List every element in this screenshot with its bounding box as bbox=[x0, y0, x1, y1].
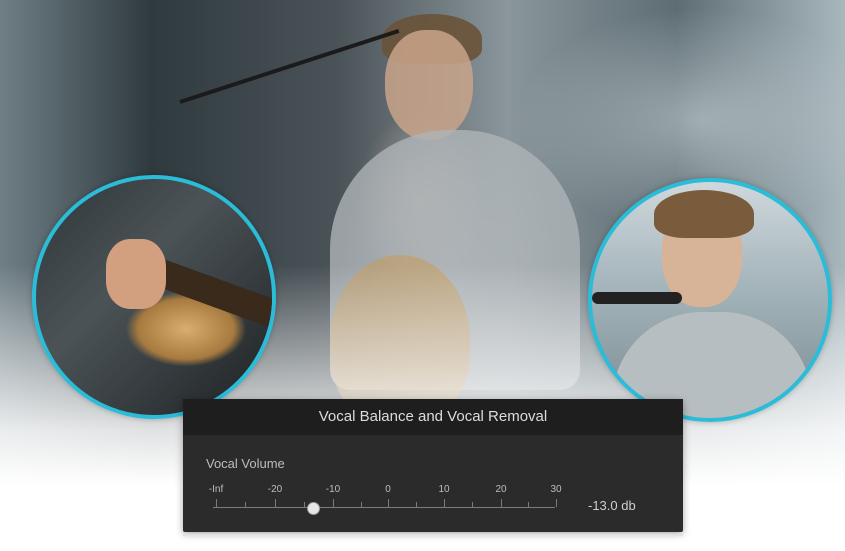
scale-label-minus-10: -10 bbox=[325, 484, 341, 495]
major-tick bbox=[216, 499, 217, 507]
major-tick bbox=[388, 499, 389, 507]
microphone-icon bbox=[592, 292, 682, 304]
minor-tick bbox=[528, 502, 529, 507]
scale-label-30: 30 bbox=[550, 484, 562, 495]
major-tick bbox=[333, 499, 334, 507]
major-tick bbox=[444, 499, 445, 507]
scale-label-0: 0 bbox=[385, 484, 391, 495]
volume-readout: -13.0 db bbox=[588, 498, 636, 513]
slider-knob-icon[interactable] bbox=[307, 502, 320, 515]
minor-tick bbox=[361, 502, 362, 507]
scale-label-minus-20: -20 bbox=[267, 484, 283, 495]
scale-label-inf: -Inf bbox=[208, 484, 224, 495]
singer-hair-closeup bbox=[654, 190, 754, 238]
scale-label-20: 20 bbox=[495, 484, 507, 495]
guitar-closeup-inset bbox=[32, 175, 276, 419]
minor-tick bbox=[245, 502, 246, 507]
major-tick bbox=[556, 499, 557, 507]
fretting-hand bbox=[106, 239, 166, 309]
vocal-balance-panel: Vocal Balance and Vocal Removal Vocal Vo… bbox=[183, 399, 683, 532]
panel-reflection-line bbox=[183, 534, 683, 536]
scale-label-10: 10 bbox=[438, 484, 450, 495]
major-tick bbox=[275, 499, 276, 507]
volume-slider-track[interactable] bbox=[213, 507, 555, 508]
panel-title: Vocal Balance and Vocal Removal bbox=[183, 399, 683, 435]
minor-tick bbox=[416, 502, 417, 507]
vocal-volume-label: Vocal Volume bbox=[206, 456, 285, 471]
singer-closeup-inset bbox=[588, 178, 832, 422]
minor-tick bbox=[304, 502, 305, 507]
minor-tick bbox=[472, 502, 473, 507]
major-tick bbox=[501, 499, 502, 507]
